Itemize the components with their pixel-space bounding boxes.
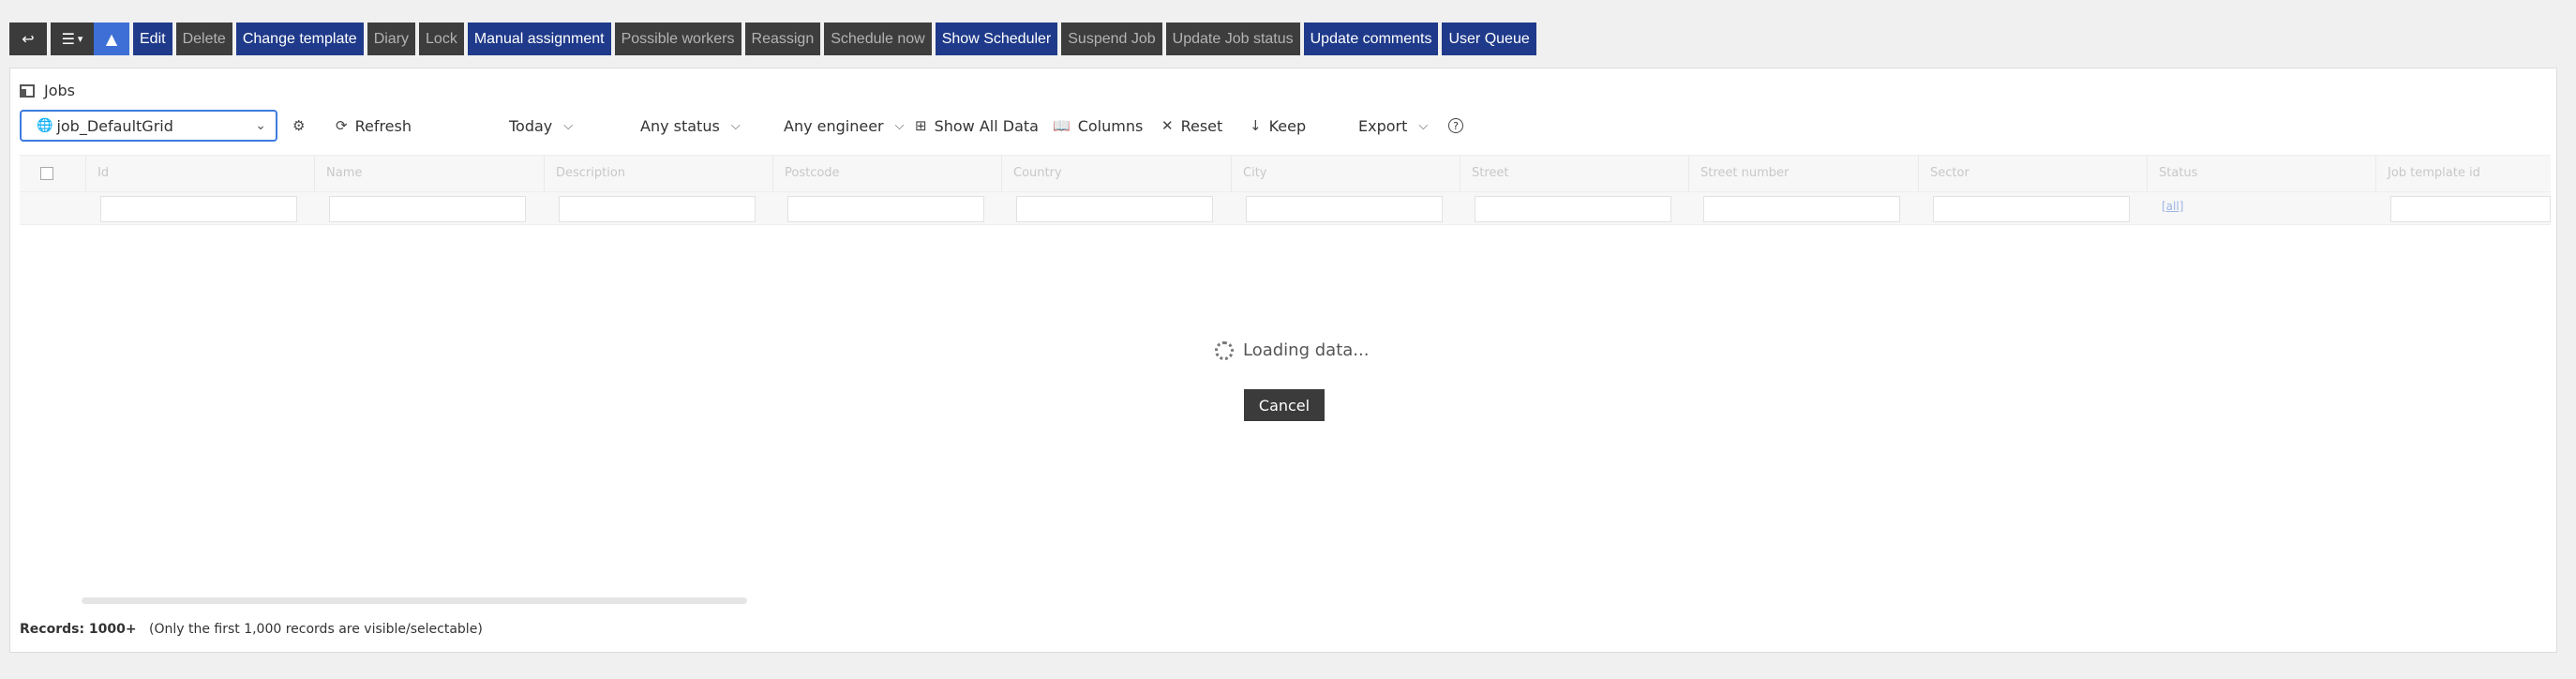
export-dropdown[interactable]: Export ⌵ bbox=[1358, 110, 1428, 142]
chevron-down-icon: ⌵ bbox=[894, 118, 905, 133]
panel-header: Jobs bbox=[20, 82, 75, 99]
grid-icon: ⊞ bbox=[915, 117, 927, 134]
street-number-filter-input[interactable] bbox=[1703, 196, 1900, 222]
lock-button[interactable]: Lock bbox=[419, 23, 464, 55]
jobs-grid: Id Name Description Postcode Country Cit… bbox=[20, 155, 2551, 225]
reset-label: Reset bbox=[1180, 116, 1223, 135]
column-header-country[interactable]: Country bbox=[1001, 156, 1231, 191]
chevron-down-icon: ⌄ bbox=[255, 118, 266, 133]
loading-text: Loading data... bbox=[1243, 340, 1370, 360]
update-comments-button[interactable]: Update comments bbox=[1303, 23, 1439, 55]
job-template-id-filter-input[interactable] bbox=[2390, 196, 2551, 222]
manual-assignment-button[interactable]: Manual assignment bbox=[467, 23, 611, 55]
chevron-down-icon: ⌵ bbox=[1418, 118, 1429, 133]
pin-icon: ↓ bbox=[1250, 117, 1262, 134]
street-filter-input[interactable] bbox=[1475, 196, 1671, 222]
reassign-button[interactable]: Reassign bbox=[744, 23, 821, 55]
delete-button[interactable]: Delete bbox=[175, 23, 232, 55]
menu-split-button: ☰ ▾ ▲ bbox=[51, 23, 129, 55]
help-icon: ? bbox=[1448, 118, 1463, 133]
column-header-description[interactable]: Description bbox=[544, 156, 772, 191]
show-all-data-button[interactable]: ⊞ Show All Data bbox=[915, 110, 1039, 142]
hamburger-icon: ☰ bbox=[61, 30, 75, 48]
date-filter-dropdown[interactable]: Today ⌵ bbox=[509, 110, 573, 142]
back-button[interactable]: ↩ bbox=[9, 23, 47, 55]
name-filter-input[interactable] bbox=[329, 196, 526, 222]
cancel-loading-button[interactable]: Cancel bbox=[1244, 389, 1325, 421]
grid-header-row: Id Name Description Postcode Country Cit… bbox=[20, 155, 2551, 192]
warning-triangle-icon: ▲ bbox=[105, 30, 118, 48]
gear-icon: ⚙ bbox=[292, 117, 306, 134]
engineer-filter-dropdown[interactable]: Any engineer ⌵ bbox=[784, 110, 905, 142]
grid-filter-row: [all] bbox=[20, 192, 2551, 225]
jobs-panel: Jobs 🌐 job_DefaultGrid ⌄ ⚙ ⟳ Refresh Tod… bbox=[9, 68, 2557, 653]
view-select-value: job_DefaultGrid bbox=[56, 116, 173, 135]
loading-indicator: Loading data... bbox=[1215, 340, 1369, 360]
id-filter-input[interactable] bbox=[100, 196, 297, 222]
chevron-down-icon: ▾ bbox=[77, 33, 83, 45]
spinner-icon bbox=[1215, 340, 1234, 360]
city-filter-input[interactable] bbox=[1246, 196, 1443, 222]
records-count: Records: 1000+ bbox=[20, 622, 137, 637]
refresh-icon: ⟳ bbox=[336, 117, 348, 134]
date-filter-value: Today bbox=[509, 116, 553, 135]
sector-filter-input[interactable] bbox=[1933, 196, 2130, 222]
chevron-down-icon: ⌵ bbox=[563, 118, 574, 133]
top-toolbar: ↩ ☰ ▾ ▲ Edit Delete Change template Diar… bbox=[9, 23, 1536, 55]
column-header-street-number[interactable]: Street number bbox=[1688, 156, 1918, 191]
user-queue-button[interactable]: User Queue bbox=[1442, 23, 1536, 55]
show-scheduler-button[interactable]: Show Scheduler bbox=[935, 23, 1058, 55]
column-header-street[interactable]: Street bbox=[1460, 156, 1688, 191]
view-settings-button[interactable]: ⚙ bbox=[292, 110, 305, 142]
status-filter-all-link[interactable]: [all] bbox=[2162, 200, 2183, 213]
refresh-label: Refresh bbox=[354, 116, 412, 135]
globe-icon: 🌐 bbox=[37, 118, 53, 133]
panel-title: Jobs bbox=[44, 82, 75, 99]
column-header-city[interactable]: City bbox=[1231, 156, 1460, 191]
suspend-job-button[interactable]: Suspend Job bbox=[1061, 23, 1162, 55]
column-header-job-template-id[interactable]: Job template id bbox=[2375, 156, 2551, 191]
book-icon: 📖 bbox=[1053, 117, 1071, 134]
grid-view-icon bbox=[20, 83, 35, 98]
columns-button[interactable]: 📖 Columns bbox=[1053, 110, 1143, 142]
column-header-id[interactable]: Id bbox=[85, 156, 314, 191]
postcode-filter-input[interactable] bbox=[787, 196, 984, 222]
show-all-data-label: Show All Data bbox=[934, 116, 1039, 135]
export-label: Export bbox=[1358, 116, 1408, 135]
change-template-button[interactable]: Change template bbox=[235, 23, 364, 55]
records-note: (Only the first 1,000 records are visibl… bbox=[148, 622, 483, 637]
alert-button[interactable]: ▲ bbox=[94, 23, 129, 55]
possible-workers-button[interactable]: Possible workers bbox=[614, 23, 741, 55]
edit-button[interactable]: Edit bbox=[133, 23, 172, 55]
horizontal-scrollbar[interactable] bbox=[82, 597, 747, 604]
diary-button[interactable]: Diary bbox=[367, 23, 416, 55]
country-filter-input[interactable] bbox=[1016, 196, 1213, 222]
column-header-status[interactable]: Status bbox=[2147, 156, 2375, 191]
engineer-filter-value: Any engineer bbox=[784, 116, 884, 135]
column-header-postcode[interactable]: Postcode bbox=[772, 156, 1001, 191]
chevron-down-icon: ⌵ bbox=[730, 118, 741, 133]
refresh-button[interactable]: ⟳ Refresh bbox=[336, 110, 412, 142]
description-filter-input[interactable] bbox=[559, 196, 756, 222]
menu-button[interactable]: ☰ ▾ bbox=[51, 23, 94, 55]
help-button[interactable]: ? bbox=[1448, 110, 1463, 142]
records-footer: Records: 1000+ (Only the first 1,000 rec… bbox=[20, 622, 483, 637]
undo-arrow-icon: ↩ bbox=[22, 30, 35, 48]
status-filter-dropdown[interactable]: Any status ⌵ bbox=[640, 110, 741, 142]
filter-bar: 🌐 job_DefaultGrid ⌄ ⚙ ⟳ Refresh Today ⌵ … bbox=[20, 110, 2551, 147]
select-all-checkbox[interactable] bbox=[40, 167, 53, 180]
keep-label: Keep bbox=[1268, 116, 1307, 135]
schedule-now-button[interactable]: Schedule now bbox=[824, 23, 932, 55]
keep-button[interactable]: ↓ Keep bbox=[1250, 110, 1306, 142]
update-job-status-button[interactable]: Update Job status bbox=[1165, 23, 1300, 55]
columns-label: Columns bbox=[1077, 116, 1144, 135]
close-icon: ✕ bbox=[1161, 117, 1174, 134]
column-header-sector[interactable]: Sector bbox=[1918, 156, 2147, 191]
view-select[interactable]: 🌐 job_DefaultGrid ⌄ bbox=[20, 110, 277, 142]
column-header-name[interactable]: Name bbox=[314, 156, 544, 191]
status-filter-value: Any status bbox=[640, 116, 720, 135]
reset-button[interactable]: ✕ Reset bbox=[1161, 110, 1222, 142]
